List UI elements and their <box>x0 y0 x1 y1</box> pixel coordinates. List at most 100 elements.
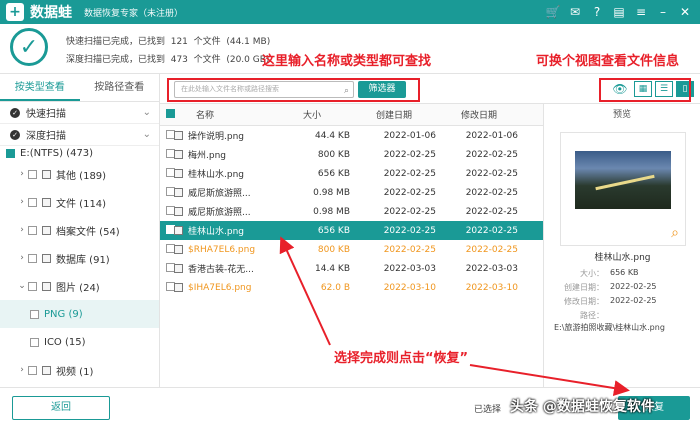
table-row[interactable]: 威尼斯旅游照... 0.98 MB 2022-02-25 2022-02-25 <box>160 183 543 202</box>
file-size: 656 KB <box>317 168 350 179</box>
tab-by-path[interactable]: 按路径查看 <box>80 74 160 101</box>
preview-created: 创建日期： 2022-02-25 <box>564 282 657 292</box>
tree-item-database[interactable]: › 数据库 (91) <box>0 244 159 272</box>
video-icon <box>42 365 51 375</box>
message-icon[interactable]: ✉ <box>566 3 584 21</box>
help-icon[interactable]: ? <box>588 3 606 21</box>
chevron-right-icon[interactable]: › <box>16 225 28 235</box>
tree-item-video[interactable]: › 视频 (1) <box>0 356 159 384</box>
chevron-down-icon: ⌄ <box>142 107 151 118</box>
deep-scan-row[interactable]: ✓ 深度扫描 ⌄ <box>0 124 159 146</box>
chevron-right-icon[interactable]: › <box>16 365 28 375</box>
table-row[interactable]: $RHA7EL6.png 800 KB 2022-02-25 2022-02-25 <box>160 240 543 259</box>
table-row[interactable]: 威尼斯旅游照... 0.98 MB 2022-02-25 2022-02-25 <box>160 202 543 221</box>
file-name: 梅州.png <box>188 151 226 161</box>
tree-checkbox[interactable] <box>28 253 37 263</box>
file-created: 2022-03-10 <box>383 282 436 293</box>
tree-checkbox[interactable] <box>28 281 37 291</box>
tree-checkbox[interactable] <box>30 337 39 347</box>
chevron-right-icon[interactable]: › <box>16 197 28 207</box>
file-modified: 2022-02-25 <box>465 168 518 179</box>
image-file-icon <box>174 245 183 254</box>
tree-checkbox[interactable] <box>28 365 37 375</box>
preview-image-box: ⌕ <box>560 132 686 246</box>
preview-size: 大小： 656 KB <box>580 268 639 278</box>
app-subtitle: 数据恢复专家（未注册） <box>84 8 184 19</box>
recover-hint-annotation: 选择完成则点击“恢复” <box>334 351 469 366</box>
title-bar: + 数据蛙 数据恢复专家（未注册） 🛒 ✉ ? ▤ ≡ – ✕ <box>0 0 700 24</box>
preview-title: 预览 <box>612 110 631 120</box>
file-created: 2022-01-06 <box>383 130 436 141</box>
tree-checkbox[interactable] <box>28 225 37 235</box>
chevron-right-icon[interactable]: › <box>16 253 28 263</box>
table-row[interactable]: 桂林山水.png 656 KB 2022-02-25 2022-02-25 <box>160 221 543 240</box>
tree-item-images[interactable]: ⌄ 图片 (24) <box>0 272 159 300</box>
app-logo-icon: + <box>6 3 24 21</box>
quick-scan-status: 快速扫描已完成，已找到 121 个文件 (44.1 MB) <box>66 37 271 47</box>
tree-item-documents[interactable]: › 文件 (114) <box>0 188 159 216</box>
image-file-icon <box>174 226 183 235</box>
file-modified: 2022-01-06 <box>465 130 518 141</box>
file-name: 操作说明.png <box>188 132 244 142</box>
check-icon: ✓ <box>10 129 20 140</box>
check-circle-icon: ✓ <box>10 28 48 66</box>
table-row[interactable]: 操作说明.png 44.4 KB 2022-01-06 2022-01-06 <box>160 126 543 145</box>
search-hint-annotation: 这里输入名称或类型都可查找 <box>262 54 432 69</box>
tree-checkbox[interactable] <box>28 169 37 179</box>
preview-panel: 预览 ⌕ 桂林山水.png 大小： 656 KB 创建日期： 2022-02-25 … <box>543 104 700 387</box>
bookmark-icon[interactable]: ▤ <box>610 3 628 21</box>
col-name[interactable]: 名称 <box>174 108 274 121</box>
image-file-icon <box>174 188 183 197</box>
image-file-icon <box>174 150 183 159</box>
image-file-icon <box>174 169 183 178</box>
file-modified: 2022-02-25 <box>465 149 518 160</box>
file-size: 0.98 MB <box>313 206 350 217</box>
tree-item-png[interactable]: PNG (9) <box>0 300 159 328</box>
file-created: 2022-02-25 <box>383 206 436 217</box>
tree-checkbox[interactable] <box>30 309 39 319</box>
tree-item-archives[interactable]: › 档案文件 (54) <box>0 216 159 244</box>
back-button[interactable]: 返回 <box>12 396 110 420</box>
tab-by-type[interactable]: 按类型查看 <box>0 74 80 101</box>
file-modified: 2022-03-03 <box>465 263 518 274</box>
table-row[interactable]: $IHA7EL6.png 62.0 B 2022-03-10 2022-03-10 <box>160 278 543 297</box>
menu-icon[interactable]: ≡ <box>632 3 650 21</box>
zoom-icon[interactable]: ⌕ <box>671 225 679 241</box>
image-file-icon <box>174 264 183 273</box>
image-icon <box>42 281 51 291</box>
chevron-down-icon[interactable]: ⌄ <box>16 281 28 291</box>
col-modified[interactable]: 修改日期 <box>440 108 540 121</box>
tree-item-ico[interactable]: ICO (15) <box>0 328 159 356</box>
file-name: 桂林山水.png <box>188 170 244 180</box>
table-header: 名称 大小 创建日期 修改日期 <box>160 104 543 126</box>
cart-icon[interactable]: 🛒 <box>544 3 562 21</box>
col-created[interactable]: 创建日期 <box>352 108 440 121</box>
tree-checkbox[interactable] <box>6 148 15 158</box>
file-size: 62.0 B <box>320 282 350 293</box>
file-created: 2022-02-25 <box>383 225 436 236</box>
table-row[interactable]: 香港古装-花无... 14.4 KB 2022-03-03 2022-03-03 <box>160 259 543 278</box>
file-size: 800 KB <box>317 149 350 160</box>
image-file-icon <box>174 207 183 216</box>
quick-scan-row[interactable]: ✓ 快速扫描 ⌄ <box>0 102 159 124</box>
file-modified: 2022-02-25 <box>465 225 518 236</box>
minimize-icon[interactable]: – <box>654 3 672 21</box>
file-created: 2022-03-03 <box>383 263 436 274</box>
tree-checkbox[interactable] <box>28 197 37 207</box>
tree-item-drive[interactable]: E:(NTFS) (473) <box>0 146 159 160</box>
app-name: 数据蛙 <box>30 5 72 21</box>
selected-count: 已选择 <box>474 405 502 415</box>
file-size: 0.98 MB <box>313 187 350 198</box>
table-row[interactable]: 桂林山水.png 656 KB 2022-02-25 2022-02-25 <box>160 164 543 183</box>
preview-path: E:\旅游拍照收藏\桂林山水.png <box>554 323 665 332</box>
check-icon: ✓ <box>10 107 20 118</box>
preview-modified: 修改日期： 2022-02-25 <box>564 296 657 306</box>
tree-item-other[interactable]: › 其他 (189) <box>0 160 159 188</box>
chevron-right-icon[interactable]: › <box>16 169 28 179</box>
table-row[interactable]: 梅州.png 800 KB 2022-02-25 2022-02-25 <box>160 145 543 164</box>
left-panel: 按类型查看 按路径查看 ✓ 快速扫描 ⌄ ✓ 深度扫描 ⌄ E:(NTFS) (473)… <box>0 74 160 387</box>
preview-thumbnail <box>575 151 671 209</box>
col-size[interactable]: 大小 <box>274 108 352 121</box>
folder-icon <box>42 169 51 179</box>
close-icon[interactable]: ✕ <box>676 3 694 21</box>
